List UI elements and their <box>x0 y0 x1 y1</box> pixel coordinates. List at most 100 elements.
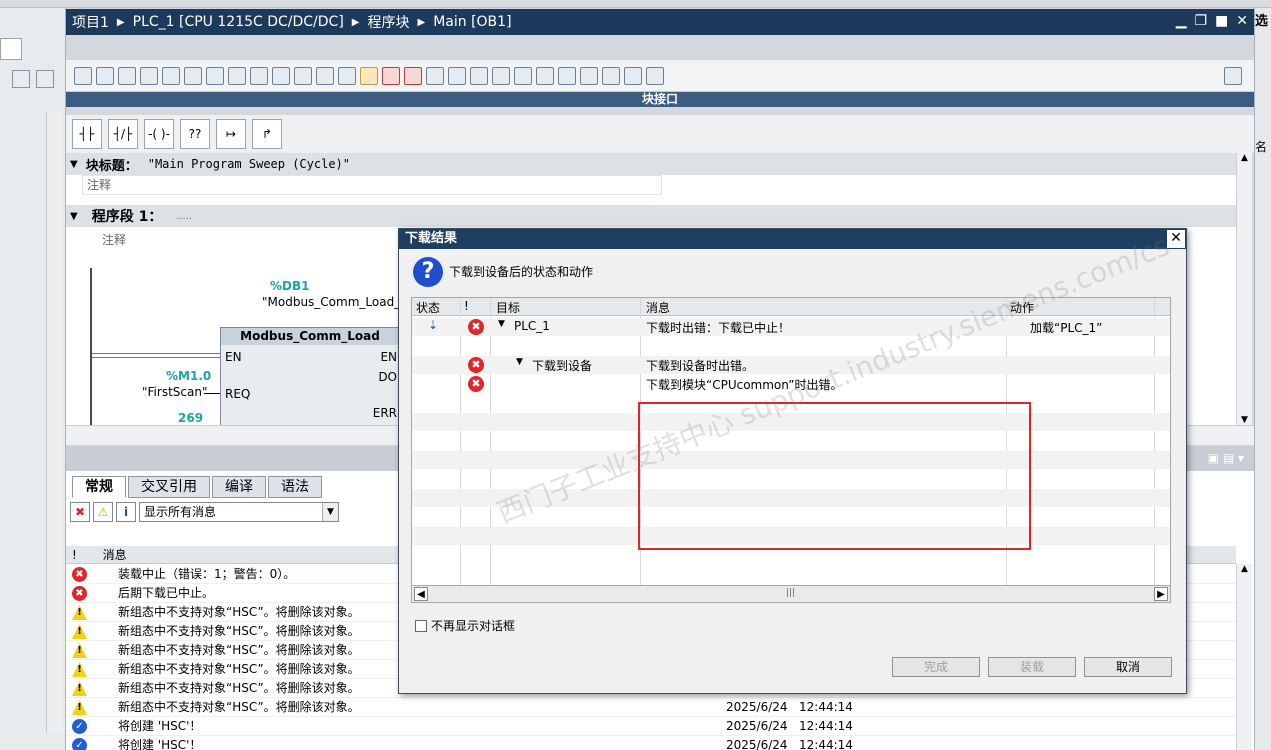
inspector-controls-icon[interactable]: ▣ ▤ ▾ <box>1208 451 1244 465</box>
maximize-icon[interactable]: ■ <box>1215 13 1228 29</box>
message-row[interactable]: ✓ 将创建 'HSC'！ 2025/6/24 12:44:14 <box>66 717 1236 736</box>
watch-icon[interactable] <box>602 66 620 85</box>
network-title-dots[interactable]: ..... <box>176 211 192 222</box>
undo-icon[interactable] <box>558 66 576 85</box>
col-target: 目标 <box>496 301 521 315</box>
cancel-button[interactable]: 取消 <box>1084 657 1172 677</box>
scroll-up-icon[interactable]: ▲ <box>1237 564 1252 574</box>
result-action[interactable]: 加载“PLC_1” <box>1030 319 1102 336</box>
scroll-right-icon[interactable]: ▶ <box>1154 587 1168 601</box>
col-action: 动作 <box>1010 301 1035 315</box>
warning-icon: ! <box>72 643 87 658</box>
expand-icon[interactable]: ▼ <box>516 357 523 367</box>
tree-scrollbar[interactable] <box>46 112 62 732</box>
tab-general[interactable]: 常规 <box>72 476 126 498</box>
go-online-icon[interactable] <box>382 66 400 85</box>
minimize-icon[interactable]: ▁ <box>1176 13 1187 29</box>
call-hierarchy-icon[interactable] <box>316 66 334 85</box>
no-contact-icon[interactable]: ┤├ <box>72 119 102 149</box>
delete-network-icon[interactable] <box>96 66 114 85</box>
collapse-block-icon[interactable]: ▼ <box>70 159 78 170</box>
module-icon[interactable] <box>646 66 664 85</box>
dont-show-again-checkbox[interactable] <box>415 619 427 632</box>
info-filter-icon[interactable]: i <box>116 502 136 522</box>
highlight-icon[interactable] <box>360 66 378 85</box>
message-text: 新组态中不支持对象“HSC”。将删除该对象。 <box>118 700 360 714</box>
expand-all-icon[interactable] <box>206 66 224 85</box>
chevron-down-icon[interactable]: ▼ <box>322 503 338 521</box>
modbus-comm-load-block[interactable]: Modbus_Comm_Load EN REQ EN DO ERR <box>220 327 400 427</box>
show-comments-icon[interactable] <box>250 66 268 85</box>
empty-box-icon[interactable] <box>338 66 356 85</box>
block-comment[interactable]: 注释 <box>82 175 662 195</box>
close-icon[interactable]: ✕ <box>1236 13 1248 29</box>
results-h-scrollbar[interactable]: ◀ ||| ▶ <box>411 585 1171 603</box>
monitor-icon[interactable] <box>448 66 466 85</box>
check-icon: ✓ <box>72 719 87 734</box>
editor-scrollbar[interactable]: ▲ ▼ <box>1236 153 1252 425</box>
collapse-network-icon[interactable]: ▼ <box>70 211 78 222</box>
scroll-down-icon[interactable]: ▼ <box>1237 415 1252 425</box>
favorites-icon[interactable] <box>272 66 290 85</box>
close-icon[interactable]: ✕ <box>1167 230 1185 248</box>
breakpoint-icon[interactable] <box>294 66 312 85</box>
load-button[interactable]: 装载 <box>988 657 1076 677</box>
absolute-operands-icon[interactable] <box>184 66 202 85</box>
glasses-icon[interactable] <box>624 66 642 85</box>
tree-view-icon[interactable] <box>0 38 22 60</box>
results-grid-header: 状态 ! 目标 消息 动作 <box>412 298 1170 316</box>
result-row-plc[interactable]: ⇣ ✖ ▼ PLC_1 下载时出错：下载已中止！ 加载“PLC_1” <box>412 318 1170 336</box>
insert-row-icon[interactable] <box>118 66 136 85</box>
block-title-value[interactable]: "Main Program Sweep (Cycle)" <box>148 157 350 171</box>
scroll-up-icon[interactable]: ▲ <box>1237 153 1252 163</box>
tab-cross-reference[interactable]: 交叉引用 <box>128 476 210 498</box>
results-grid: 状态 ! 目标 消息 动作 ⇣ ✖ ▼ PLC_1 下载时出错：下载已中止！ 加… <box>411 229 1174 588</box>
split-view-icon[interactable] <box>1224 66 1242 85</box>
prev-error-icon[interactable] <box>536 66 554 85</box>
message-date: 2025/6/24 <box>726 738 788 750</box>
upload-icon[interactable] <box>492 66 510 85</box>
message-row[interactable]: ! 新组态中不支持对象“HSC”。将删除该对象。 2025/6/24 12:44:14 <box>66 698 1236 717</box>
insert-network-icon[interactable] <box>74 66 92 85</box>
scroll-left-icon[interactable]: ◀ <box>414 587 428 601</box>
warning-filter-icon[interactable]: ⚠ <box>93 502 113 522</box>
breadcrumb-program-blocks[interactable]: 程序块 <box>368 12 410 32</box>
tab-compile[interactable]: 编译 <box>212 476 266 498</box>
scroll-thumb-grip[interactable]: ||| <box>786 588 795 598</box>
req-tag[interactable]: "FirstScan" <box>142 385 207 399</box>
next-error-icon[interactable] <box>514 66 532 85</box>
task-card-tab[interactable]: 选 <box>1255 10 1271 29</box>
expand-icon[interactable]: ▼ <box>498 319 505 329</box>
close-branch-icon[interactable]: ↱ <box>252 119 282 149</box>
message-row[interactable]: ✓ 将创建 'HSC'！ 2025/6/24 12:44:14 <box>66 736 1236 750</box>
message-filter-select[interactable]: 显示所有消息 ▼ <box>139 502 339 522</box>
list-view-icon[interactable] <box>12 70 30 88</box>
breadcrumb-plc[interactable]: PLC_1 [CPU 1215C DC/DC/DC] <box>133 14 344 30</box>
error-icon: ✖ <box>468 376 484 392</box>
download-icon[interactable] <box>470 66 488 85</box>
breadcrumb-project[interactable]: 项目1 <box>72 12 109 32</box>
tab-syntax[interactable]: 语法 <box>268 476 322 498</box>
result-row-module[interactable]: ✖ 下载到模块“CPUcommon”时出错。 <box>412 375 1170 393</box>
finish-button[interactable]: 完成 <box>892 657 980 677</box>
block-interface-pane[interactable]: 块接口 <box>66 92 1254 107</box>
db-instance-name[interactable]: "Modbus_Comm_Load_DB" <box>262 295 423 309</box>
result-row-download-device[interactable]: ✖ ▼ 下载到设备 下载到设备时出错。 <box>412 356 1170 374</box>
add-row-icon[interactable] <box>140 66 158 85</box>
empty-box-instr-icon[interactable]: ?? <box>180 119 210 149</box>
message-list-scrollbar[interactable]: ▲ <box>1236 564 1252 750</box>
message-time: 12:44:14 <box>799 719 853 733</box>
restore-icon[interactable]: ❐ <box>1194 13 1207 29</box>
coil-icon[interactable]: -( )- <box>144 119 174 149</box>
error-filter-icon[interactable]: ✖ <box>70 502 90 522</box>
open-branch-icon[interactable]: ↦ <box>216 119 246 149</box>
compare-icon[interactable] <box>426 66 444 85</box>
redo-icon[interactable] <box>580 66 598 85</box>
result-message: 下载到设备时出错。 <box>646 359 755 373</box>
nc-contact-icon[interactable]: ┤/├ <box>108 119 138 149</box>
reset-start-values-icon[interactable] <box>162 66 180 85</box>
go-offline-icon[interactable] <box>404 66 422 85</box>
collapse-all-icon[interactable] <box>228 66 246 85</box>
breadcrumb-main-ob1[interactable]: Main [OB1] <box>433 14 511 30</box>
overview-icon[interactable] <box>36 70 54 88</box>
